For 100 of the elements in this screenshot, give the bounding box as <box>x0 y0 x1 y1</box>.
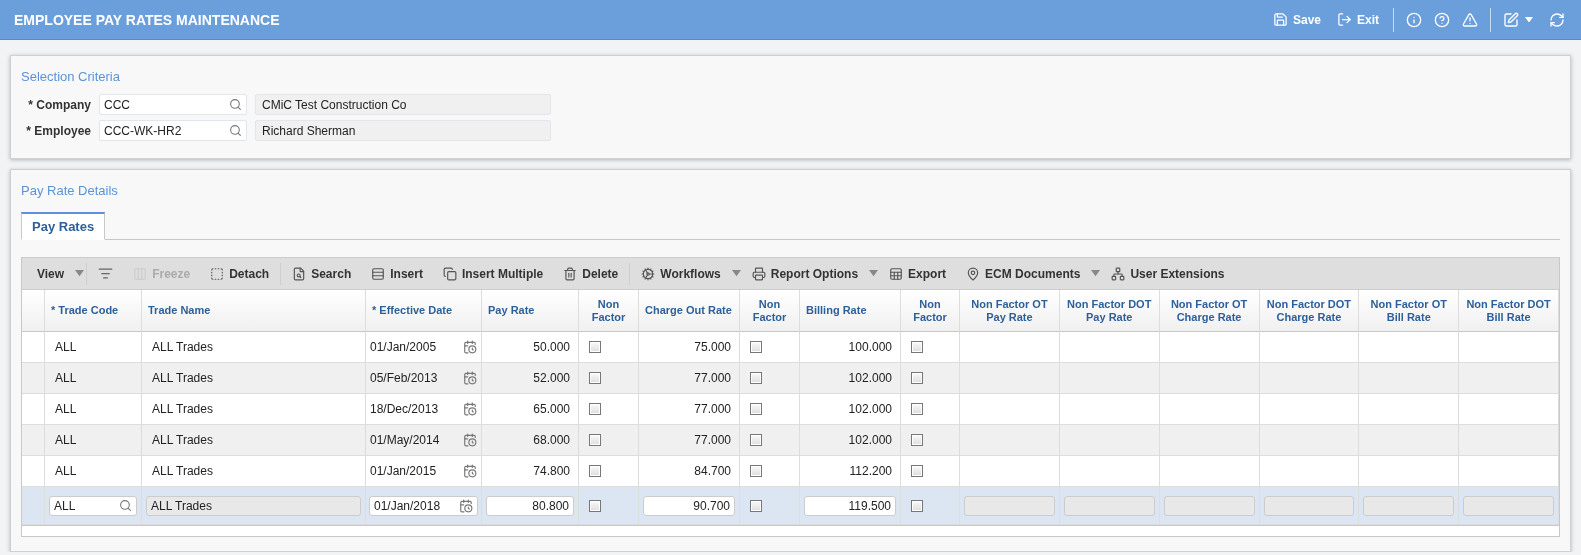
field-label: * Company <box>27 97 91 112</box>
toolbar-button[interactable]: Insert Multiple <box>433 262 553 285</box>
column-header[interactable]: Non Factor <box>740 290 800 332</box>
cell-text: ALL <box>55 402 77 416</box>
cell-text: 100.000 <box>848 340 892 354</box>
toolbar-button[interactable]: Workflows <box>632 262 730 285</box>
filter-icon <box>98 266 114 281</box>
rows-icon <box>371 266 386 281</box>
date-field[interactable]: 01/Jan/2018 <box>369 495 478 516</box>
cell-text: ALL Trades <box>152 464 213 478</box>
calendar-icon[interactable] <box>463 371 477 385</box>
checkbox[interactable] <box>750 465 762 477</box>
caret-icon[interactable] <box>1091 270 1101 277</box>
window-title: EMPLOYEE PAY RATES MAINTENANCE <box>14 11 281 28</box>
checkbox[interactable] <box>911 341 923 353</box>
cell-text: 74.800 <box>533 464 570 478</box>
calendar-icon[interactable] <box>463 402 477 416</box>
checkbox[interactable] <box>911 465 923 477</box>
cell-text: 102.000 <box>848 402 892 416</box>
checkbox[interactable] <box>750 341 762 353</box>
toolbar-button[interactable]: User Extensions <box>1102 262 1234 285</box>
trash-icon <box>563 266 578 281</box>
rate-field[interactable]: 119.500 <box>804 495 896 516</box>
column-header[interactable]: Non Factor <box>579 290 639 332</box>
checkbox[interactable] <box>911 372 923 384</box>
save-icon <box>1272 12 1288 27</box>
calendar-icon[interactable] <box>463 340 477 354</box>
cell-text: 50.000 <box>533 340 570 354</box>
toolbar-button[interactable]: ECM Documents <box>957 262 1090 285</box>
rate-field[interactable]: 80.800 <box>486 495 574 516</box>
column-header[interactable]: Non Factor OT Charge Rate <box>1159 290 1260 332</box>
search-icon[interactable] <box>229 124 242 137</box>
sheet-icon <box>889 266 904 281</box>
cell-text: 01/Jan/2005 <box>370 340 438 354</box>
cell-text: 112.200 <box>849 464 892 478</box>
toolbar-button[interactable]: Report Options <box>742 262 868 285</box>
checkbox[interactable] <box>589 499 601 512</box>
column-header[interactable]: Non Factor <box>901 290 960 332</box>
checkbox[interactable] <box>750 434 762 446</box>
cell-text: 102.000 <box>848 433 892 447</box>
section-title: Selection Criteria <box>21 69 121 84</box>
checkbox[interactable] <box>589 465 601 477</box>
pin-icon <box>966 266 981 281</box>
cell-text: 05/Feb/2013 <box>370 371 439 385</box>
checkbox[interactable] <box>911 403 923 415</box>
toolbar-button[interactable]: View <box>28 262 74 285</box>
checkbox[interactable] <box>589 434 601 446</box>
search-icon[interactable] <box>229 98 242 111</box>
calendar-icon[interactable] <box>463 464 477 478</box>
cell-text: ALL <box>55 371 77 385</box>
column-header[interactable]: Non Factor DOT Pay Rate <box>1059 290 1160 332</box>
checkbox[interactable] <box>589 341 601 353</box>
cell-text: 68.000 <box>533 433 570 447</box>
column-header[interactable]: * Effective Date <box>366 290 482 332</box>
exit-icon <box>1337 12 1352 27</box>
column-header[interactable]: Non Factor DOT Charge Rate <box>1259 290 1360 332</box>
toolbar-button[interactable]: Export <box>880 262 956 285</box>
column-header[interactable]: Charge Out Rate <box>639 290 740 332</box>
cell-text: 77.000 <box>694 433 731 447</box>
toolbar-button[interactable]: Delete <box>554 262 628 285</box>
toolbar-button[interactable]: Insert <box>362 262 432 285</box>
column-header[interactable]: Non Factor OT Pay Rate <box>960 290 1060 332</box>
cell-text: 18/Dec/2013 <box>370 402 440 416</box>
rate-field[interactable]: 90.700 <box>643 495 735 516</box>
calendar-icon[interactable] <box>463 433 477 447</box>
column-header[interactable]: Trade Name <box>142 290 366 332</box>
printer-icon <box>751 266 766 281</box>
checkbox[interactable] <box>589 372 601 384</box>
cell-text: ALL <box>55 433 77 447</box>
column-header[interactable]: Billing Rate <box>800 290 901 332</box>
toolbar-button[interactable]: Search <box>283 262 361 285</box>
checkbox[interactable] <box>750 499 762 512</box>
caret-icon[interactable] <box>869 270 879 277</box>
field-label: * Employee <box>25 123 91 138</box>
tab[interactable]: Pay Rates <box>21 212 106 240</box>
trade-code-field[interactable]: ALL <box>49 495 137 516</box>
search-icon[interactable] <box>119 499 132 512</box>
input-field[interactable]: CCC <box>99 94 247 115</box>
cell-text: 77.000 <box>694 402 731 416</box>
caret-icon[interactable] <box>731 270 741 277</box>
dashed-square-icon <box>210 266 225 281</box>
caret-icon[interactable] <box>75 270 85 277</box>
checkbox[interactable] <box>911 434 923 446</box>
cell-text: 01/Jan/2015 <box>370 464 438 478</box>
input-field[interactable]: CCC-WK-HR2 <box>99 120 247 141</box>
description-field: Richard Sherman <box>255 120 551 141</box>
calendar-icon[interactable] <box>459 498 473 513</box>
checkbox[interactable] <box>750 372 762 384</box>
cell-text: ALL Trades <box>152 371 213 385</box>
column-header[interactable]: Non Factor DOT Bill Rate <box>1459 290 1559 332</box>
checkbox[interactable] <box>911 499 923 512</box>
column-header[interactable]: Non Factor OT Bill Rate <box>1359 290 1460 332</box>
column-header[interactable]: Pay Rate <box>482 290 579 332</box>
copy-icon <box>442 266 457 281</box>
checkbox[interactable] <box>750 403 762 415</box>
caret-icon[interactable] <box>1525 16 1533 23</box>
toolbar-button[interactable]: Detach <box>201 262 279 285</box>
column-header[interactable]: * Trade Code <box>45 290 142 332</box>
checkbox[interactable] <box>589 403 601 415</box>
cell-text: ALL Trades <box>152 433 213 447</box>
